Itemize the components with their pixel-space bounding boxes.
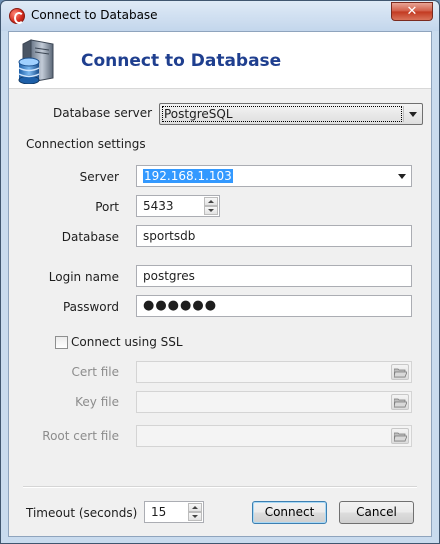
- database-input[interactable]: sportsdb: [136, 225, 412, 247]
- cancel-button[interactable]: Cancel: [339, 501, 414, 524]
- root-cert-file-browse-button[interactable]: [391, 428, 409, 444]
- header-title: Connect to Database: [81, 51, 282, 71]
- timeout-spinner[interactable]: 15: [144, 501, 204, 523]
- timeout-label: Timeout (seconds): [26, 506, 138, 520]
- spin-down-button[interactable]: [204, 206, 218, 215]
- database-server-value: PostgreSQL: [162, 106, 402, 122]
- cert-file-browse-button[interactable]: [391, 364, 409, 380]
- connect-button[interactable]: Connect: [252, 501, 327, 524]
- server-label: Server: [79, 170, 119, 184]
- cert-file-label: Cert file: [71, 365, 120, 379]
- footer-separator: [23, 486, 417, 488]
- folder-open-icon: [394, 398, 407, 408]
- spin-down-button[interactable]: [188, 512, 202, 521]
- database-label: Database: [61, 230, 119, 244]
- spin-up-button[interactable]: [204, 197, 218, 206]
- window-title: Connect to Database: [31, 8, 158, 22]
- ssl-checkbox-label[interactable]: Connect using SSL: [71, 335, 183, 349]
- dialog-header: Connect to Database: [9, 32, 431, 89]
- cert-file-input: [136, 361, 412, 383]
- database-server-select[interactable]: PostgreSQL: [159, 103, 423, 125]
- root-cert-file-label: Root cert file: [42, 429, 119, 443]
- password-input[interactable]: ●●●●●●: [136, 295, 412, 317]
- login-name-label: Login name: [48, 270, 119, 284]
- chevron-down-icon: [409, 112, 417, 117]
- port-spinner[interactable]: 5433: [136, 195, 220, 217]
- database-server-icon: [18, 39, 54, 84]
- app-logo-icon: [9, 8, 25, 24]
- port-spin-buttons: [204, 197, 218, 215]
- root-cert-file-input: [136, 425, 412, 447]
- port-label: Port: [95, 200, 119, 214]
- chevron-down-icon[interactable]: [398, 174, 406, 179]
- ssl-checkbox[interactable]: [55, 336, 68, 349]
- key-file-browse-button[interactable]: [391, 394, 409, 410]
- key-file-label: Key file: [75, 395, 119, 409]
- close-icon: ✕: [406, 4, 418, 19]
- key-file-input: [136, 391, 412, 413]
- port-value: 5433: [143, 199, 174, 213]
- connect-dialog-window: Connect to Database ✕ Connect to Databas…: [0, 0, 440, 544]
- password-label: Password: [62, 300, 119, 314]
- title-bar[interactable]: Connect to Database ✕: [1, 1, 439, 31]
- connection-settings-heading: Connection settings: [26, 137, 146, 151]
- folder-open-icon: [394, 368, 407, 378]
- timeout-spin-buttons: [188, 503, 202, 521]
- dialog-body: Connect to Database Database server Post…: [8, 31, 432, 537]
- server-combobox[interactable]: 192.168.1.103: [136, 165, 412, 187]
- combo-divider: [403, 106, 404, 122]
- timeout-value: 15: [151, 505, 167, 519]
- database-server-label: Database server: [53, 106, 153, 120]
- close-button[interactable]: ✕: [391, 2, 433, 21]
- server-value: 192.168.1.103: [143, 169, 233, 183]
- spin-up-button[interactable]: [188, 503, 202, 512]
- folder-open-icon: [394, 432, 407, 442]
- login-name-input[interactable]: postgres: [136, 265, 412, 287]
